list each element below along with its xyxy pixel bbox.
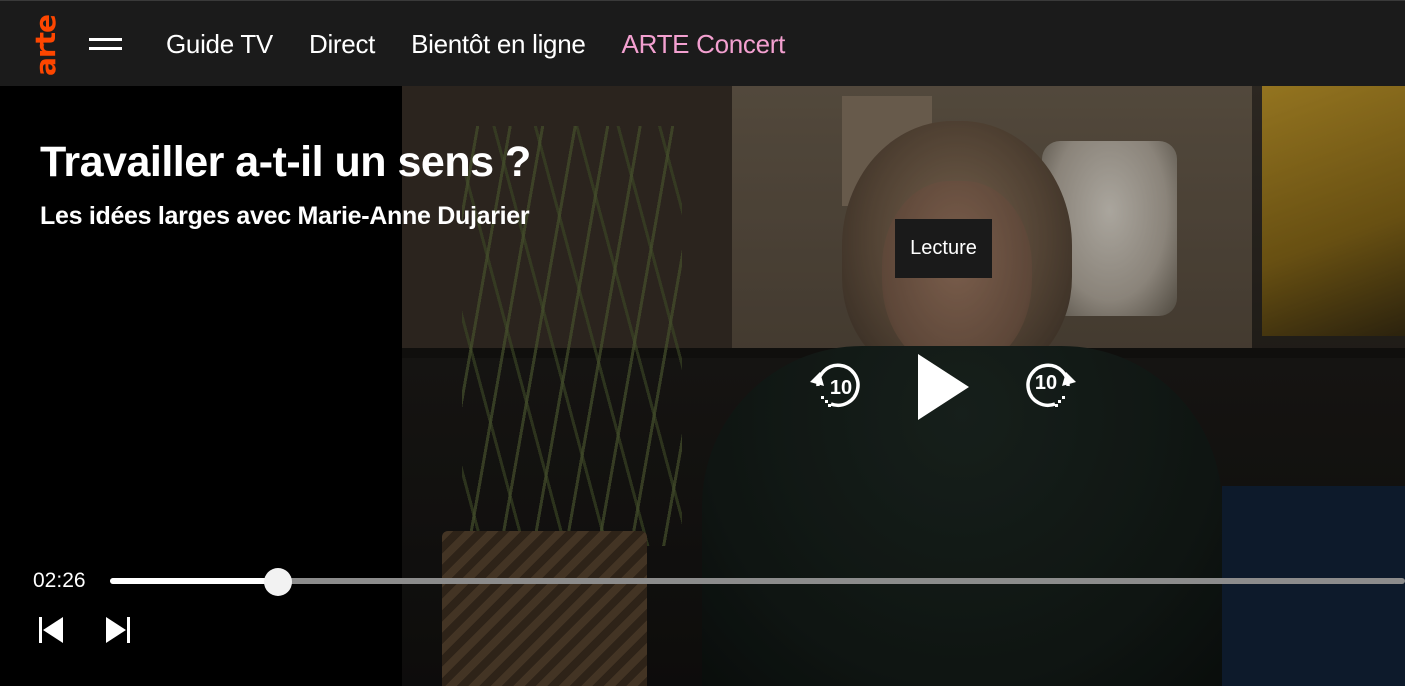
rewind-10-icon: 10 [810,363,860,408]
logo-text: arte [29,14,63,76]
previous-button[interactable] [37,615,65,645]
nav-arte-concert[interactable]: ARTE Concert [622,29,786,60]
video-title: Travailler a-t-il un sens ? [40,138,531,186]
current-time: 02:26 [33,569,86,592]
play-icon [918,354,969,420]
next-button[interactable] [104,615,132,645]
progress-fill [110,578,279,584]
main-nav: Guide TV Direct Bientôt en ligne ARTE Co… [166,1,785,87]
forward-10-icon: 10 [1026,363,1076,408]
nav-guide-tv[interactable]: Guide TV [166,29,273,60]
video-frame [402,86,1405,686]
play-tooltip: Lecture [895,219,992,278]
rewind-10-button[interactable]: 10 [806,356,868,416]
hamburger-icon[interactable] [89,35,123,53]
arte-logo[interactable]: arte [29,7,63,83]
skip-previous-icon [39,617,63,643]
play-button[interactable] [913,352,973,422]
forward-10-button[interactable]: 10 [1018,356,1080,416]
rewind-seconds-label: 10 [830,377,852,399]
video-subtitle: Les idées larges avec Marie-Anne Dujarie… [40,202,530,230]
nav-direct[interactable]: Direct [309,29,375,60]
forward-seconds-label: 10 [1035,372,1057,394]
nav-bientot-en-ligne[interactable]: Bientôt en ligne [411,29,586,60]
top-navigation-bar: arte Guide TV Direct Bientôt en ligne AR… [0,0,1405,86]
skip-next-icon [106,617,130,643]
progress-track[interactable] [110,578,1405,584]
